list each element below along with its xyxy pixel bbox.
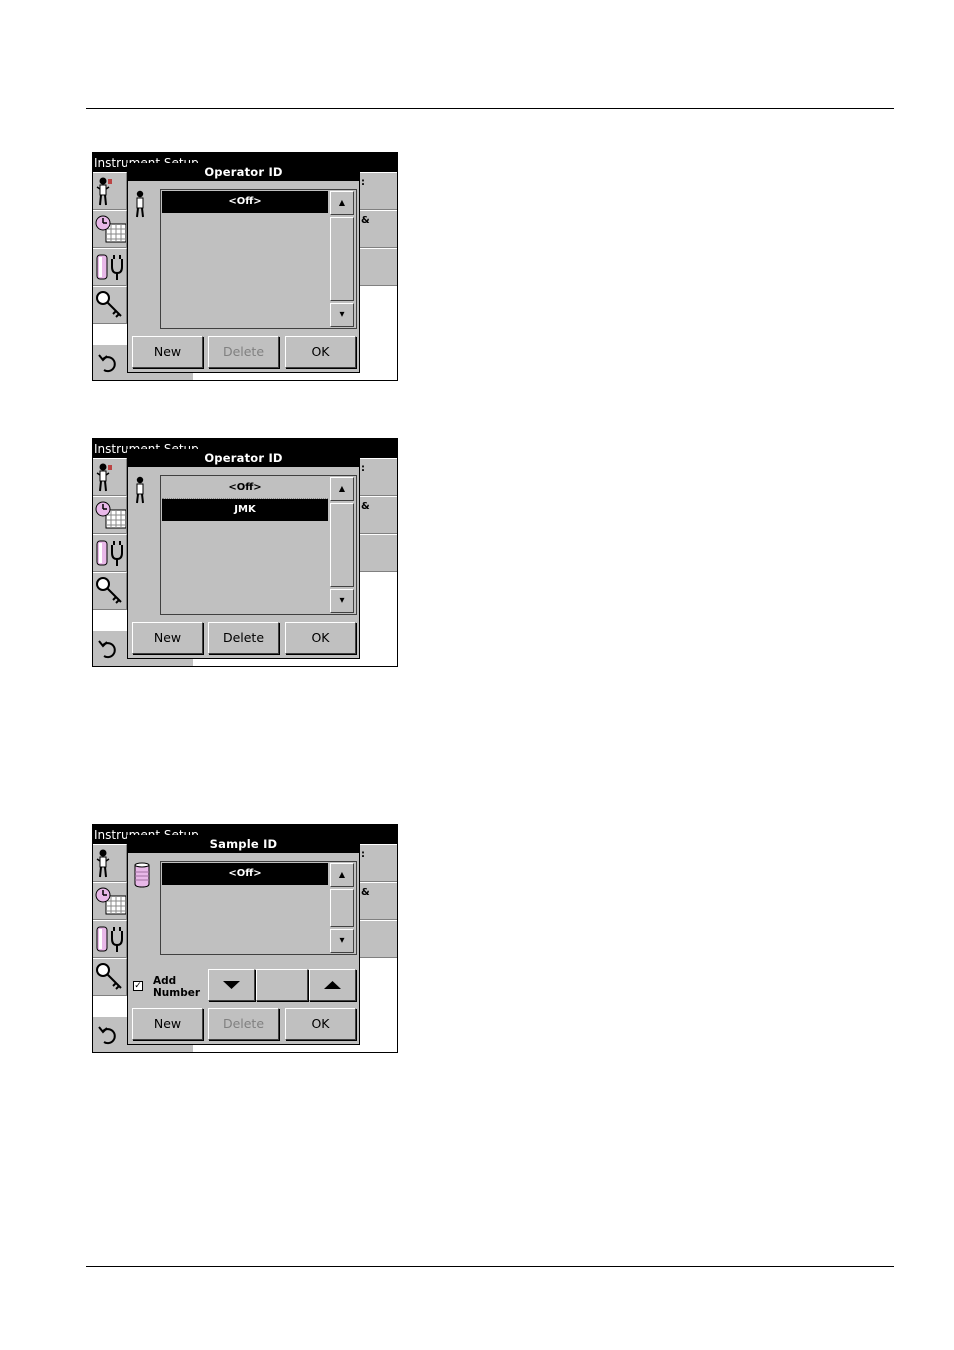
add-number-label: Add Number [153,975,200,999]
battery-power-icon [96,926,123,952]
scroll-up-button[interactable]: ▲ [330,477,354,501]
sidebar-power[interactable] [93,248,127,286]
undo-arrow-icon [98,1026,116,1045]
list-item[interactable]: <Off> [162,863,328,885]
sidebar-power[interactable] [93,920,127,958]
operator-list[interactable]: <Off> ▲ ▾ [160,189,357,329]
back-button[interactable] [93,1017,127,1052]
sidebar-date-time[interactable] [93,210,127,248]
new-button[interactable]: New [132,1008,203,1040]
key-security-icon [96,291,122,318]
operator-id-icon [96,177,112,206]
screenshot-operator-id-empty: Instrument Setup [92,152,398,381]
number-display [256,969,308,1001]
sidebar-blank [93,324,127,345]
sidebar-operator-id[interactable] [93,172,127,210]
sidebar-security[interactable] [93,958,127,996]
new-button[interactable]: New [132,622,203,654]
undo-arrow-icon [98,640,116,659]
clock-calendar-icon [95,887,126,915]
clock-calendar-icon [95,215,126,243]
operator-id-icon [96,849,110,878]
sidebar-blank [93,996,127,1017]
bg-right-button-1[interactable]: : [359,458,397,496]
screenshot-sample-id: Instrument Setup [92,824,398,1053]
bg-right-button-2[interactable]: & [359,210,397,248]
battery-power-icon [96,254,123,280]
sample-list[interactable]: <Off> ▲ ▾ [160,861,357,955]
add-number-label-line2: Number [153,987,201,999]
dialog-title: Operator ID [128,164,359,181]
undo-arrow-icon [98,354,116,373]
triangle-up-icon [324,981,341,989]
sidebar-blank [93,610,127,631]
add-number-label-line1: Add [153,975,177,987]
bg-right-button-2[interactable]: & [359,882,397,920]
delete-button[interactable]: Delete [208,1008,279,1040]
back-button[interactable] [93,345,127,380]
bg-right-button-3[interactable] [359,534,397,572]
scrollbar[interactable]: ▲ ▾ [329,862,356,954]
key-security-icon [96,577,122,604]
scroll-up-button[interactable]: ▲ [330,191,354,215]
back-button[interactable] [93,631,127,666]
sidebar-security[interactable] [93,572,127,610]
scroll-down-button[interactable]: ▾ [330,303,354,327]
bg-right-button-3[interactable] [359,920,397,958]
bg-right-button-3[interactable] [359,248,397,286]
delete-button[interactable]: Delete [208,336,279,368]
scrollbar[interactable]: ▲ ▾ [329,476,356,614]
sidebar-date-time[interactable] [93,496,127,534]
bg-right-button-1[interactable]: : [359,172,397,210]
scroll-down-button[interactable]: ▾ [330,929,354,953]
scrollbar[interactable]: ▲ ▾ [329,190,356,328]
dialog-title: Operator ID [128,450,359,467]
bg-right-button-1[interactable]: : [359,844,397,882]
dialog-title: Sample ID [128,836,359,853]
sidebar-operator-id[interactable] [93,458,127,496]
scroll-thumb[interactable] [330,217,354,301]
list-item[interactable]: <Off> [162,191,328,213]
operator-icon [136,476,144,504]
increment-button[interactable] [309,969,356,1001]
scroll-up-button[interactable]: ▲ [330,863,354,887]
decrement-button[interactable] [208,969,255,1001]
add-number-checkbox[interactable]: ✓ [133,981,143,991]
battery-power-icon [96,540,123,566]
triangle-down-icon [223,981,240,989]
sample-id-dialog: Sample ID <Off> ▲ ▾ ✓ Add Number New Del… [127,835,360,1045]
operator-icon [136,190,144,218]
header-rule [86,108,894,109]
ok-button[interactable]: OK [285,1008,356,1040]
list-item[interactable]: <Off> [162,477,328,499]
ok-button[interactable]: OK [285,622,356,654]
sidebar-date-time[interactable] [93,882,127,920]
footer-rule [86,1266,894,1267]
key-security-icon [96,963,122,990]
scroll-thumb[interactable] [330,889,354,927]
list-item[interactable]: JMK [162,499,328,521]
sidebar-operator-id[interactable] [93,844,127,882]
operator-id-dialog: Operator ID <Off> JMK ▲ ▾ New Delete OK [127,449,360,659]
ok-button[interactable]: OK [285,336,356,368]
operator-id-dialog: Operator ID <Off> ▲ ▾ New Delete OK [127,163,360,373]
scroll-down-button[interactable]: ▾ [330,589,354,613]
delete-button[interactable]: Delete [208,622,279,654]
clock-calendar-icon [95,501,126,529]
sidebar-power[interactable] [93,534,127,572]
bg-right-button-2[interactable]: & [359,496,397,534]
operator-list[interactable]: <Off> JMK ▲ ▾ [160,475,357,615]
scroll-thumb[interactable] [330,503,354,587]
new-button[interactable]: New [132,336,203,368]
operator-id-icon [96,463,112,492]
sidebar-security[interactable] [93,286,127,324]
sample-beaker-icon [134,862,150,888]
screenshot-operator-id-populated: Instrument Setup [92,438,398,667]
